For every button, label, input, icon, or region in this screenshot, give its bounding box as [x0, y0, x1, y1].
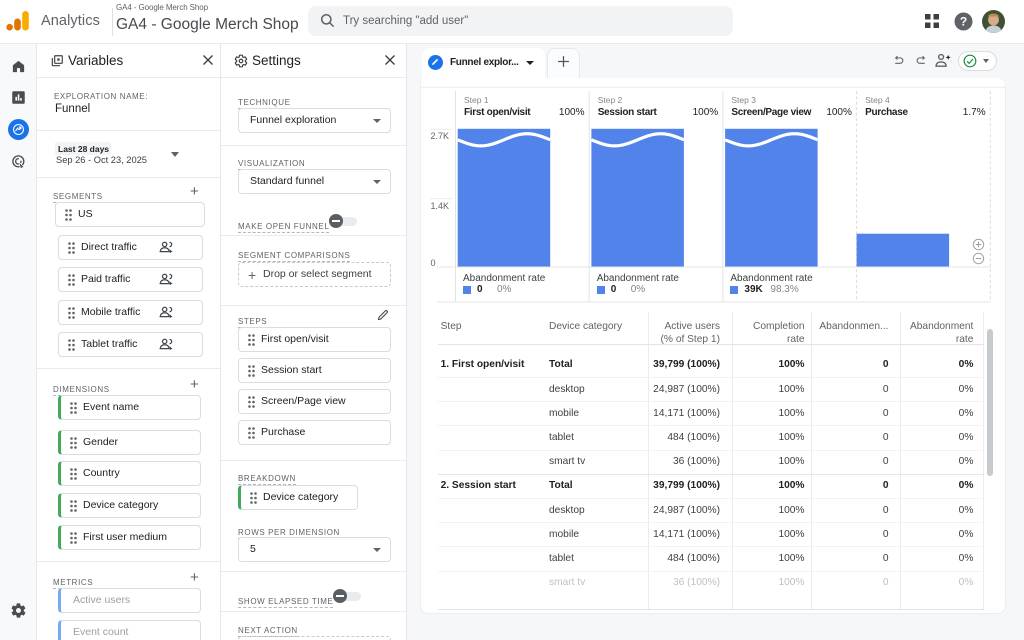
svg-text:?: ? [960, 15, 967, 29]
